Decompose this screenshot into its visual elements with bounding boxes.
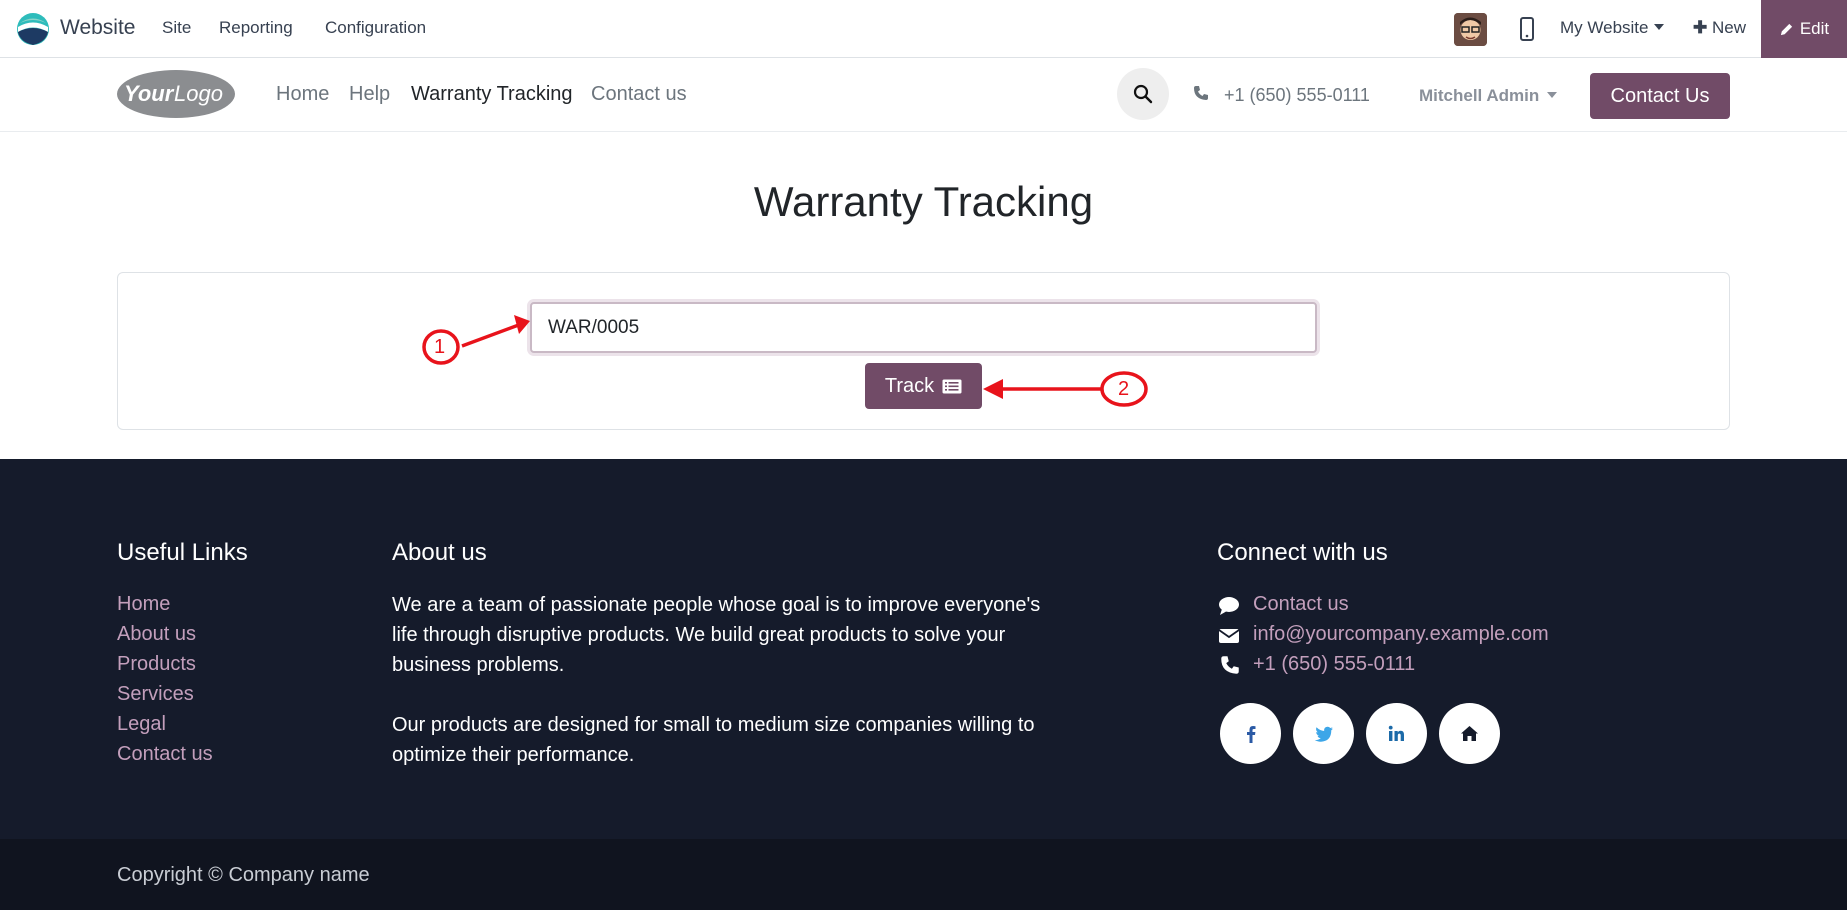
twitter-icon [1314, 726, 1333, 742]
website-app-icon[interactable] [16, 12, 50, 46]
annotation-2-number: 2 [1118, 378, 1130, 400]
nav-contact-us[interactable]: Contact us [591, 83, 687, 106]
website-home-button[interactable] [1439, 703, 1500, 764]
pencil-icon [1780, 23, 1792, 35]
linkedin-icon [1388, 725, 1404, 741]
user-name: Mitchell Admin [1419, 86, 1540, 105]
contact-us-button[interactable]: Contact Us [1590, 73, 1730, 119]
mobile-preview-icon[interactable] [1518, 17, 1536, 41]
copyright-text: Copyright © Company name [117, 864, 370, 886]
search-button[interactable] [1117, 68, 1169, 120]
home-icon [1461, 726, 1478, 741]
website-header: Your Logo Home Help Warranty Tracking Co… [0, 58, 1847, 132]
twitter-button[interactable] [1293, 703, 1354, 764]
backend-topbar: Website Site Reporting Configuration My … [0, 0, 1847, 58]
menu-configuration[interactable]: Configuration [325, 18, 426, 38]
track-button[interactable]: Track [865, 363, 982, 409]
edit-label: Edit [1799, 19, 1830, 38]
svg-text:Your: Your [124, 81, 175, 106]
footer-link-services[interactable]: Services [117, 683, 194, 706]
new-button[interactable]: ✚ New [1693, 18, 1746, 38]
company-logo[interactable]: Your Logo [116, 68, 236, 120]
connect-phone-link[interactable]: +1 (650) 555-0111 [1253, 653, 1415, 676]
about-paragraph-1: We are a team of passionate people whose… [392, 594, 1041, 676]
edit-button[interactable]: Edit [1761, 0, 1847, 58]
page-title: Warranty Tracking [753, 178, 1094, 225]
phone-icon [1194, 86, 1208, 100]
my-website-label: My Website [1560, 18, 1649, 37]
facebook-icon [1246, 725, 1255, 743]
useful-links-title: Useful Links [117, 539, 248, 566]
track-label: Track [884, 374, 935, 397]
annotation-1-number: 1 [434, 336, 446, 358]
menu-site[interactable]: Site [162, 18, 191, 38]
caret-down-icon [1653, 24, 1664, 30]
envelope-icon [1218, 629, 1240, 643]
caret-down-icon [1547, 92, 1558, 98]
connect-email-link[interactable]: info@yourcompany.example.com [1253, 623, 1549, 646]
linkedin-button[interactable] [1366, 703, 1427, 764]
footer-link-about-us[interactable]: About us [117, 623, 196, 646]
search-icon [1133, 84, 1153, 104]
about-title: About us [392, 539, 487, 566]
svg-text:Logo: Logo [174, 81, 223, 106]
user-menu[interactable]: Mitchell Admin [1419, 86, 1558, 106]
new-label: New [1711, 18, 1746, 37]
header-phone[interactable]: +1 (650) 555-0111 [1224, 85, 1370, 106]
comment-icon [1219, 597, 1239, 615]
connect-contact-link[interactable]: Contact us [1253, 593, 1349, 616]
footer: Useful Links Home About us Products Serv… [0, 459, 1847, 839]
plus-icon: ✚ [1693, 18, 1708, 37]
my-website-dropdown[interactable]: My Website [1560, 18, 1664, 38]
copyright-bar: Copyright © Company name [0, 839, 1847, 910]
connect-title: Connect with us [1217, 539, 1388, 566]
list-alt-icon [942, 379, 962, 393]
phone-icon [1221, 656, 1239, 674]
footer-link-home[interactable]: Home [117, 593, 170, 616]
facebook-button[interactable] [1220, 703, 1281, 764]
nav-help[interactable]: Help [349, 83, 390, 106]
menu-reporting[interactable]: Reporting [219, 18, 293, 38]
app-name[interactable]: Website [60, 16, 135, 40]
warranty-number-input[interactable] [530, 302, 1317, 353]
footer-link-contact-us[interactable]: Contact us [117, 743, 213, 766]
user-avatar[interactable] [1454, 13, 1487, 46]
about-paragraph-2: Our products are designed for small to m… [392, 714, 1035, 766]
nav-home[interactable]: Home [276, 83, 329, 106]
footer-link-legal[interactable]: Legal [117, 713, 166, 736]
nav-warranty-tracking[interactable]: Warranty Tracking [411, 83, 573, 106]
footer-link-products[interactable]: Products [117, 653, 196, 676]
